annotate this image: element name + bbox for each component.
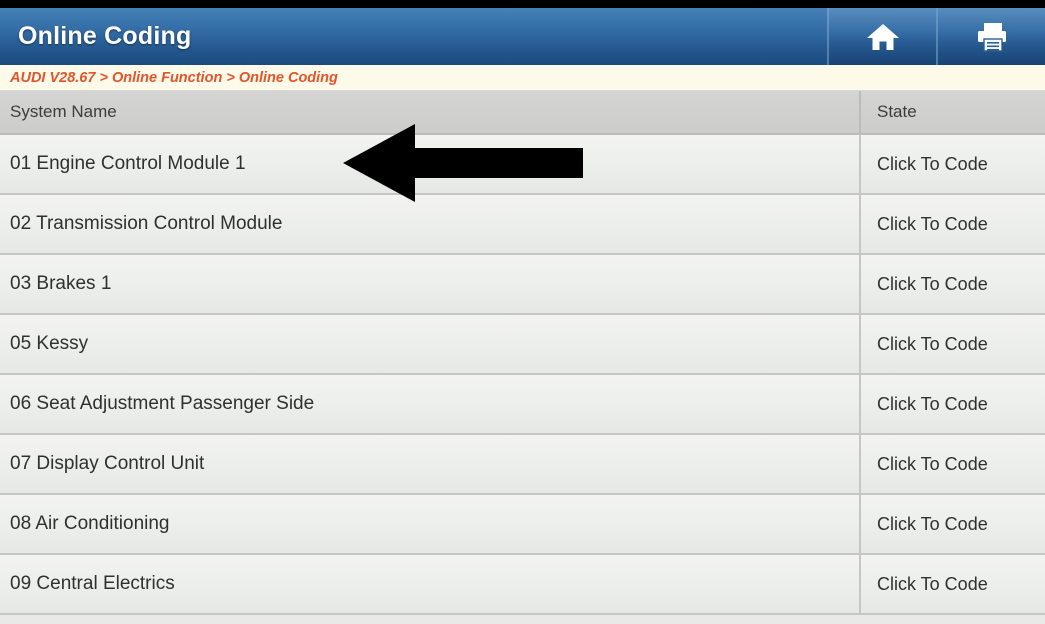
table-row[interactable]: 02 Transmission Control Module Click To … xyxy=(0,195,1045,255)
home-button[interactable] xyxy=(827,8,936,65)
table-row[interactable]: 08 Air Conditioning Click To Code xyxy=(0,495,1045,555)
state-cell[interactable]: Click To Code xyxy=(861,435,1045,493)
table-row[interactable]: 06 Seat Adjustment Passenger Side Click … xyxy=(0,375,1045,435)
print-button[interactable] xyxy=(936,8,1045,65)
state-cell[interactable]: Click To Code xyxy=(861,375,1045,433)
column-header-system-name: System Name xyxy=(0,91,861,133)
system-name-cell[interactable]: 08 Air Conditioning xyxy=(0,495,861,553)
table-row[interactable]: 07 Display Control Unit Click To Code xyxy=(0,435,1045,495)
printer-icon xyxy=(975,21,1009,53)
system-name-cell[interactable]: 09 Central Electrics xyxy=(0,555,861,613)
table-row[interactable]: 01 Engine Control Module 1 Click To Code xyxy=(0,135,1045,195)
table-row[interactable]: 05 Kessy Click To Code xyxy=(0,315,1045,375)
online-coding-screen: Online Coding AUDI V28.67 > Online Funct… xyxy=(0,0,1045,624)
device-status-bar xyxy=(0,0,1045,8)
state-cell[interactable]: Click To Code xyxy=(861,255,1045,313)
state-cell[interactable]: Click To Code xyxy=(861,195,1045,253)
state-cell[interactable]: Click To Code xyxy=(861,135,1045,193)
column-header-state: State xyxy=(877,102,917,121)
state-cell[interactable]: Click To Code xyxy=(861,315,1045,373)
system-name-cell[interactable]: 07 Display Control Unit xyxy=(0,435,861,493)
app-header: Online Coding xyxy=(0,8,1045,65)
table-header-row: System Name State xyxy=(0,91,1045,135)
state-cell[interactable]: Click To Code xyxy=(861,555,1045,613)
state-cell[interactable]: Click To Code xyxy=(861,495,1045,553)
system-list-table: System Name State 01 Engine Control Modu… xyxy=(0,91,1045,624)
system-name-cell[interactable]: 06 Seat Adjustment Passenger Side xyxy=(0,375,861,433)
breadcrumb[interactable]: AUDI V28.67 > Online Function > Online C… xyxy=(0,65,1045,91)
page-title: Online Coding xyxy=(18,22,192,50)
breadcrumb-text: AUDI V28.67 > Online Function > Online C… xyxy=(10,69,338,86)
system-name-cell[interactable]: 01 Engine Control Module 1 xyxy=(0,135,861,193)
table-row[interactable]: 09 Central Electrics Click To Code xyxy=(0,555,1045,615)
home-icon xyxy=(866,21,900,53)
header-title-area: Online Coding xyxy=(0,8,827,65)
system-name-cell[interactable]: 02 Transmission Control Module xyxy=(0,195,861,253)
table-row[interactable]: 03 Brakes 1 Click To Code xyxy=(0,255,1045,315)
system-name-cell[interactable]: 03 Brakes 1 xyxy=(0,255,861,313)
system-name-cell[interactable]: 05 Kessy xyxy=(0,315,861,373)
